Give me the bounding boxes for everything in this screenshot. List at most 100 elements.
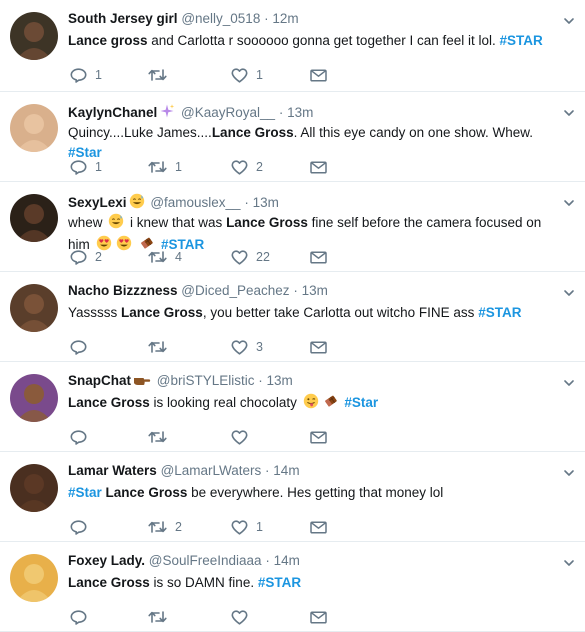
timestamp[interactable]: 13m: [287, 105, 313, 120]
tweet-row[interactable]: Nacho Bizzzness @Diced_Peachez · 13m Yass…: [0, 272, 585, 362]
like-button[interactable]: 22: [231, 247, 270, 267]
display-name[interactable]: SnapChat: [68, 373, 131, 388]
reply-button[interactable]: 1: [70, 157, 102, 177]
hashtag-link[interactable]: #STAR: [500, 33, 543, 48]
retweet-icon: [148, 610, 167, 624]
chevron-down-icon[interactable]: [563, 14, 575, 26]
timestamp[interactable]: 14m: [274, 553, 300, 568]
like-button[interactable]: [231, 607, 248, 627]
direct-message-button[interactable]: [310, 427, 327, 447]
tweet-actions: [68, 607, 368, 627]
avatar[interactable]: [10, 12, 58, 60]
avatar[interactable]: [10, 284, 58, 332]
tweet-text-fragment: , you better take Carlotta out witcho FI…: [202, 305, 479, 320]
user-handle[interactable]: @famouslex__: [150, 195, 240, 210]
direct-message-button[interactable]: [310, 517, 327, 537]
like-button[interactable]: 3: [231, 337, 263, 357]
hashtag-link[interactable]: #Star: [344, 395, 378, 410]
tweet-header: Nacho Bizzzness @Diced_Peachez · 13m: [68, 283, 555, 298]
highlighted-term: Lance gross: [68, 33, 148, 48]
envelope-icon: [310, 68, 327, 82]
like-button[interactable]: 2: [231, 157, 263, 177]
reply-button[interactable]: 1: [70, 65, 102, 85]
reply-count: 1: [95, 68, 102, 82]
tweet-text-fragment: and Carlotta r soooooo gonna get togethe…: [147, 33, 500, 48]
reply-button[interactable]: [70, 337, 87, 357]
avatar[interactable]: [10, 374, 58, 422]
retweet-button[interactable]: [148, 337, 167, 357]
display-name[interactable]: Foxey Lady.: [68, 553, 145, 568]
tweet-text-fragment: is looking real chocolaty: [149, 395, 301, 410]
timestamp[interactable]: 13m: [253, 195, 279, 210]
direct-message-button[interactable]: [310, 337, 327, 357]
direct-message-button[interactable]: [310, 247, 327, 267]
avatar[interactable]: [10, 104, 58, 152]
avatar[interactable]: [10, 554, 58, 602]
tweet-text-fragment: . All this eye candy on one show. Whew.: [293, 125, 533, 140]
tweet-row[interactable]: Foxey Lady. @SoulFreeIndiaaa · 14m Lance …: [0, 542, 585, 632]
pointing-hand-icon: [133, 373, 151, 390]
hashtag-link[interactable]: #STAR: [478, 305, 521, 320]
user-handle[interactable]: @nelly_0518: [181, 11, 260, 26]
display-name[interactable]: SexyLexi: [68, 195, 127, 210]
heart-icon: [231, 159, 248, 175]
direct-message-button[interactable]: [310, 157, 327, 177]
tweet-row[interactable]: South Jersey girl @nelly_0518 · 12m Lance…: [0, 0, 585, 92]
user-handle[interactable]: @briSTYLElistic: [157, 373, 255, 388]
chevron-down-icon[interactable]: [563, 556, 575, 568]
tweet-row[interactable]: SexyLexi @famouslex__ · 13m whew i knew t…: [0, 182, 585, 272]
user-handle[interactable]: @KaayRoyal__: [181, 105, 275, 120]
tweet-row[interactable]: Lamar Waters @LamarLWaters · 14m #Star La…: [0, 452, 585, 542]
tweet-text: Lance Gross is so DAMN fine. #STAR: [68, 573, 563, 593]
direct-message-button[interactable]: [310, 65, 327, 85]
retweet-button[interactable]: [148, 427, 167, 447]
tweet-text-fragment: is so DAMN fine.: [149, 575, 258, 590]
chevron-down-icon[interactable]: [563, 106, 575, 118]
direct-message-button[interactable]: [310, 607, 327, 627]
timestamp[interactable]: 14m: [273, 463, 299, 478]
like-button[interactable]: 1: [231, 65, 263, 85]
like-count: 1: [256, 520, 263, 534]
retweet-button[interactable]: 2: [148, 517, 182, 537]
reply-button[interactable]: [70, 607, 87, 627]
like-button[interactable]: 1: [231, 517, 263, 537]
retweet-button[interactable]: [148, 607, 167, 627]
tweet-header: Lamar Waters @LamarLWaters · 14m: [68, 463, 555, 478]
hashtag-link[interactable]: #Star: [68, 485, 102, 500]
tweet-row[interactable]: KaylynChanel @KaayRoyal__ · 13m Quincy...…: [0, 92, 585, 182]
highlighted-term: Lance Gross: [121, 305, 203, 320]
chevron-down-icon[interactable]: [563, 196, 575, 208]
tweet-header: SexyLexi @famouslex__ · 13m: [68, 193, 555, 212]
tongue-wink-icon: [303, 393, 319, 415]
reply-button[interactable]: [70, 427, 87, 447]
tweet-actions: [68, 427, 368, 447]
retweet-button[interactable]: 4: [148, 247, 182, 267]
user-handle[interactable]: @SoulFreeIndiaaa: [149, 553, 262, 568]
chevron-down-icon[interactable]: [563, 466, 575, 478]
reply-button[interactable]: 2: [70, 247, 102, 267]
reply-button[interactable]: [70, 517, 87, 537]
tweet-text-fragment: i knew that was: [126, 215, 227, 230]
chocolate-icon: [323, 393, 339, 415]
display-name[interactable]: KaylynChanel: [68, 105, 157, 120]
user-handle[interactable]: @LamarLWaters: [161, 463, 262, 478]
chevron-down-icon[interactable]: [563, 286, 575, 298]
hashtag-link[interactable]: #STAR: [258, 575, 301, 590]
timestamp[interactable]: 13m: [267, 373, 293, 388]
timestamp[interactable]: 12m: [272, 11, 298, 26]
highlighted-term: Lance Gross: [105, 485, 188, 500]
display-name[interactable]: South Jersey girl: [68, 11, 178, 26]
retweet-button[interactable]: 1: [148, 157, 182, 177]
avatar[interactable]: [10, 464, 58, 512]
tweet-row[interactable]: SnapChat @briSTYLElistic · 13m Lance Gros…: [0, 362, 585, 452]
user-handle[interactable]: @Diced_Peachez: [181, 283, 289, 298]
retweet-icon: [148, 520, 167, 534]
timestamp[interactable]: 13m: [302, 283, 328, 298]
retweet-button[interactable]: [148, 65, 167, 85]
display-name[interactable]: Lamar Waters: [68, 463, 157, 478]
tweet-text: #Star Lance Gross be everywhere. Hes get…: [68, 483, 563, 503]
display-name[interactable]: Nacho Bizzzness: [68, 283, 178, 298]
chevron-down-icon[interactable]: [563, 376, 575, 388]
avatar[interactable]: [10, 194, 58, 242]
like-button[interactable]: [231, 427, 248, 447]
